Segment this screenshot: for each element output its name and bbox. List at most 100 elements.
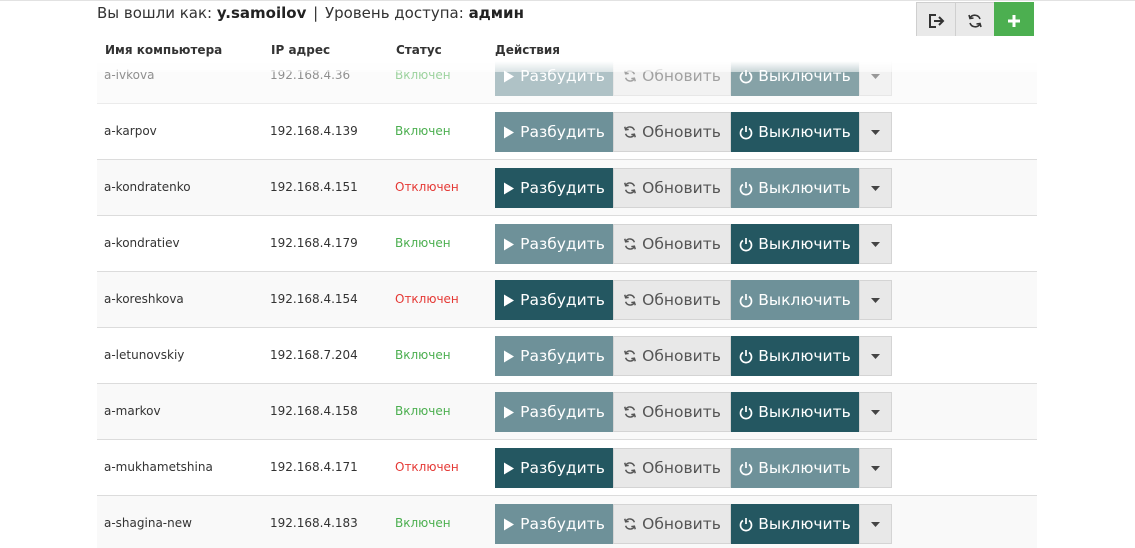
table-row: a-markov 192.168.4.158 Включен Разбудить Обн…: [97, 384, 1037, 440]
row-actions: Разбудить Обновить Выключить: [495, 448, 892, 488]
play-icon: [503, 518, 515, 531]
refresh-button[interactable]: Обновить: [613, 448, 731, 488]
ip-address: 192.168.4.179: [270, 236, 358, 250]
row-actions: Разбудить Обновить Выключить: [495, 168, 892, 208]
more-actions-dropdown[interactable]: [859, 448, 892, 488]
wake-label: Разбудить: [520, 235, 605, 253]
caret-down-icon: [871, 521, 880, 527]
row-actions: Разбудить Обновить Выключить: [495, 112, 892, 152]
row-actions: Разбудить Обновить Выключить: [495, 392, 892, 432]
ip-address: 192.168.4.171: [270, 460, 358, 474]
computer-name: a-kondratiev: [104, 236, 180, 250]
refresh-icon: [623, 181, 637, 195]
caret-down-icon: [871, 241, 880, 247]
refresh-label: Обновить: [642, 515, 721, 533]
username: y.samoilov: [216, 4, 307, 22]
toolbar: [916, 2, 1034, 40]
logout-icon: [929, 14, 945, 28]
power-icon: [739, 181, 753, 196]
refresh-label: Обновить: [642, 235, 721, 253]
shutdown-button[interactable]: Выключить: [731, 336, 859, 376]
power-icon: [739, 293, 753, 308]
table-row: a-kondratenko 192.168.4.151 Отключен Разбуд…: [97, 160, 1037, 216]
computer-name: a-markov: [104, 404, 161, 418]
play-icon: [503, 462, 515, 475]
shutdown-label: Выключить: [758, 347, 851, 365]
status-text: Включен: [395, 348, 451, 362]
shutdown-button[interactable]: Выключить: [731, 504, 859, 544]
wake-button[interactable]: Разбудить: [495, 448, 613, 488]
refresh-button[interactable]: Обновить: [613, 392, 731, 432]
status-text: Включен: [395, 236, 451, 250]
more-actions-dropdown[interactable]: [859, 392, 892, 432]
table-row: a-kondratiev 192.168.4.179 Включен Разбудит…: [97, 216, 1037, 272]
wake-button[interactable]: Разбудить: [495, 168, 613, 208]
wake-button[interactable]: Разбудить: [495, 336, 613, 376]
access-level-value: админ: [468, 4, 524, 22]
wake-label: Разбудить: [520, 347, 605, 365]
refresh-button[interactable]: Обновить: [613, 168, 731, 208]
header-name: Имя компьютера: [105, 43, 223, 57]
wake-button[interactable]: Разбудить: [495, 280, 613, 320]
shutdown-label: Выключить: [758, 179, 851, 197]
table-header: Имя компьютера IP адрес Статус Действия: [97, 40, 1037, 68]
status-text: Включен: [395, 124, 451, 138]
refresh-label: Обновить: [642, 291, 721, 309]
row-actions: Разбудить Обновить Выключить: [495, 280, 892, 320]
refresh-icon: [623, 237, 637, 251]
power-icon: [739, 517, 753, 532]
shutdown-label: Выключить: [758, 515, 851, 533]
refresh-button[interactable]: Обновить: [613, 504, 731, 544]
caret-down-icon: [871, 297, 880, 303]
more-actions-dropdown[interactable]: [859, 336, 892, 376]
refresh-icon: [968, 14, 982, 28]
power-icon: [739, 349, 753, 364]
header-status: Статус: [396, 43, 442, 57]
shutdown-button[interactable]: Выключить: [731, 224, 859, 264]
refresh-label: Обновить: [642, 403, 721, 421]
power-icon: [739, 237, 753, 252]
more-actions-dropdown[interactable]: [859, 112, 892, 152]
refresh-button[interactable]: Обновить: [613, 280, 731, 320]
refresh-button[interactable]: Обновить: [613, 224, 731, 264]
wake-button[interactable]: Разбудить: [495, 504, 613, 544]
computer-name: a-shagina-new: [104, 516, 192, 530]
table-row: a-mukhametshina 192.168.4.171 Отключен Разб…: [97, 440, 1037, 496]
refresh-all-button[interactable]: [955, 2, 995, 40]
more-actions-dropdown[interactable]: [859, 224, 892, 264]
shutdown-button[interactable]: Выключить: [731, 168, 859, 208]
status-text: Отключен: [395, 460, 459, 474]
shutdown-button[interactable]: Выключить: [731, 280, 859, 320]
caret-down-icon: [871, 353, 880, 359]
shutdown-button[interactable]: Выключить: [731, 112, 859, 152]
caret-down-icon: [871, 185, 880, 191]
more-actions-dropdown[interactable]: [859, 504, 892, 544]
row-actions: Разбудить Обновить Выключить: [495, 224, 892, 264]
caret-down-icon: [871, 129, 880, 135]
wake-button[interactable]: Разбудить: [495, 224, 613, 264]
caret-down-icon: [871, 73, 880, 79]
ip-address: 192.168.4.151: [270, 180, 358, 194]
play-icon: [503, 126, 515, 139]
more-actions-dropdown[interactable]: [859, 280, 892, 320]
ip-address: 192.168.4.183: [270, 516, 358, 530]
table-row: a-letunovskiy 192.168.7.204 Включен Разбуди…: [97, 328, 1037, 384]
shutdown-button[interactable]: Выключить: [731, 392, 859, 432]
add-computer-button[interactable]: [994, 2, 1034, 40]
status-text: Включен: [395, 516, 451, 530]
refresh-button[interactable]: Обновить: [613, 112, 731, 152]
refresh-icon: [623, 125, 637, 139]
wake-label: Разбудить: [520, 179, 605, 197]
refresh-button[interactable]: Обновить: [613, 336, 731, 376]
wake-button[interactable]: Разбудить: [495, 112, 613, 152]
header-actions: Действия: [495, 43, 561, 57]
logout-button[interactable]: [916, 2, 956, 40]
shutdown-button[interactable]: Выключить: [731, 448, 859, 488]
logged-in-label: Вы вошли как:: [97, 4, 213, 22]
computer-name: a-karpov: [104, 124, 157, 138]
play-icon: [503, 238, 515, 251]
power-icon: [739, 405, 753, 420]
more-actions-dropdown[interactable]: [859, 168, 892, 208]
wake-button[interactable]: Разбудить: [495, 392, 613, 432]
computer-name: a-koreshkova: [104, 292, 184, 306]
